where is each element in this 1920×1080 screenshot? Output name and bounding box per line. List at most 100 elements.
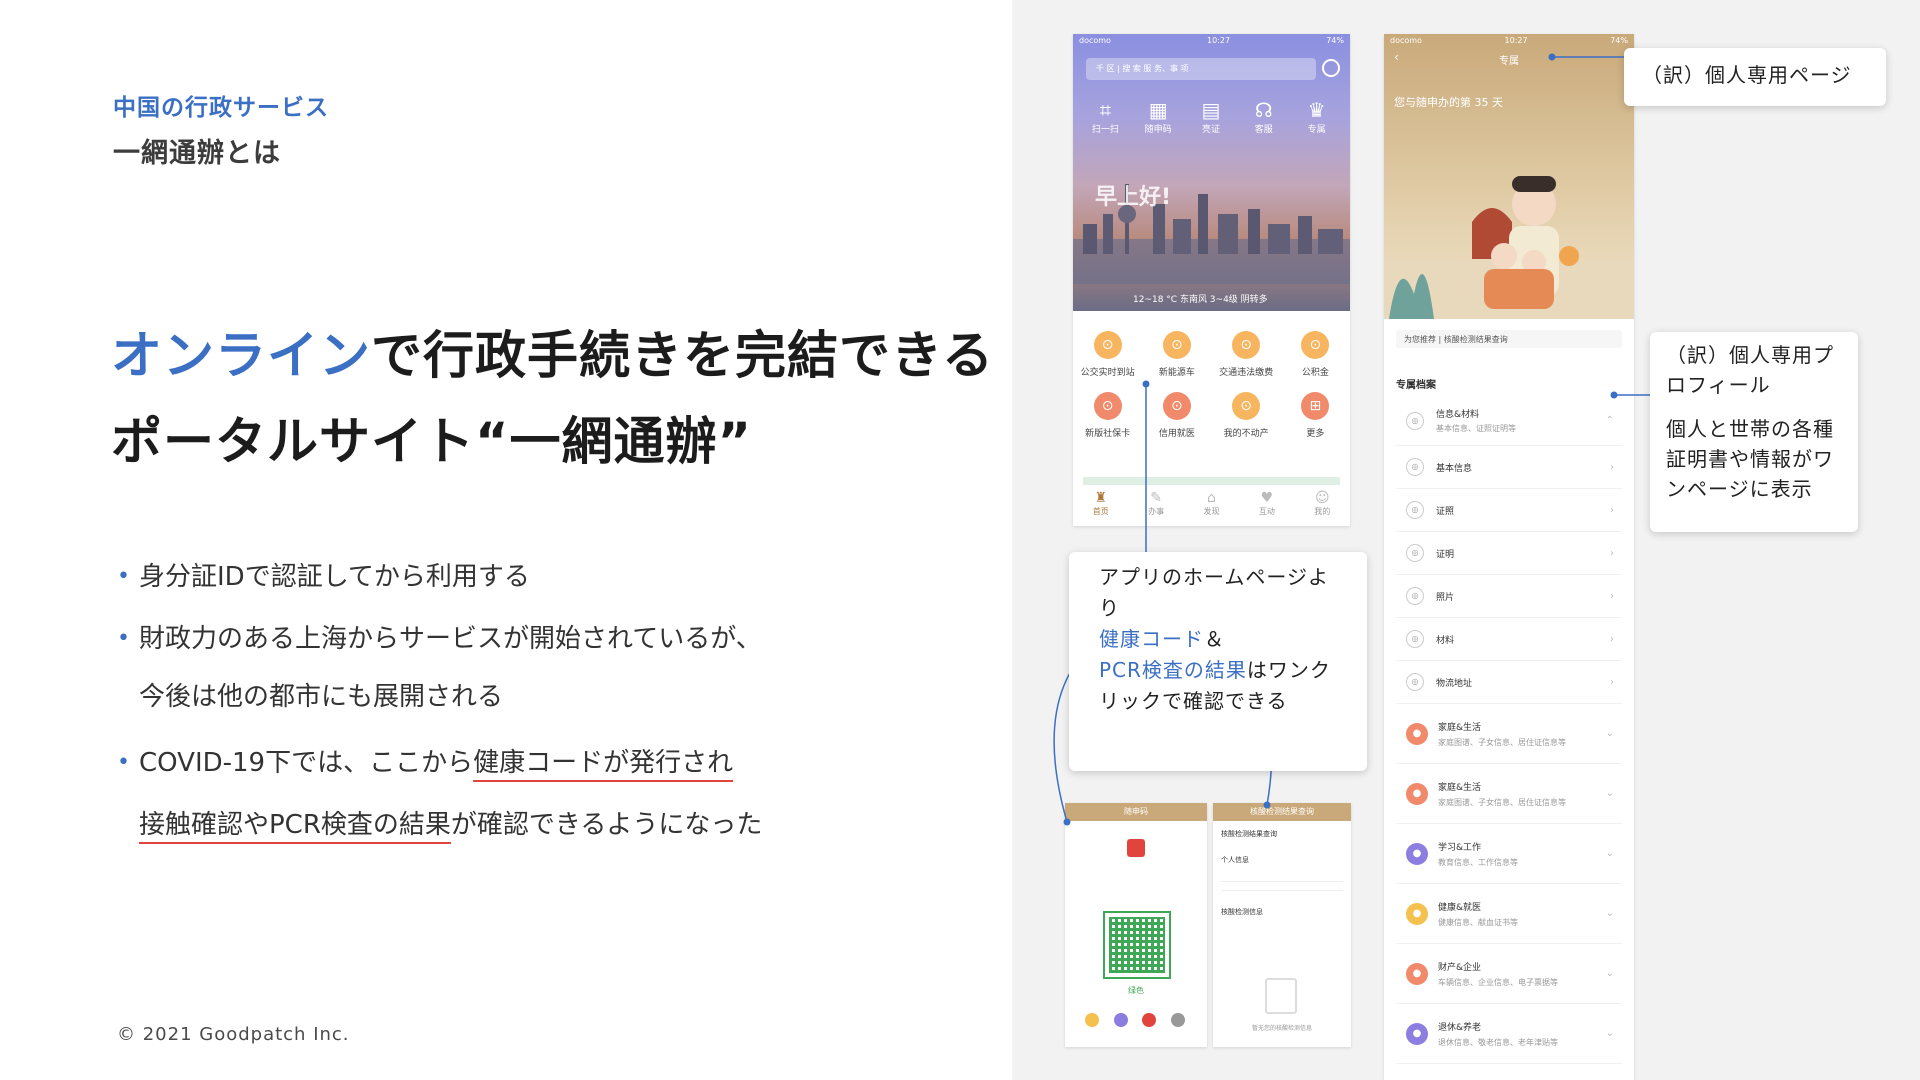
service-item[interactable]: ⊙ 公交实时到站 <box>1073 331 1142 378</box>
category-label: 学习&工作 <box>1438 842 1482 853</box>
headset-icon: ☊ <box>1254 98 1273 122</box>
tab-item[interactable]: ☺ 我的 <box>1314 490 1330 517</box>
health-code-screenshot: 随申码 绿色 <box>1065 803 1207 1047</box>
tab-item[interactable]: ✎ 办事 <box>1148 490 1164 517</box>
category-text: 学习&工作教育信息、工作信息等 <box>1438 840 1518 868</box>
profile-list-item[interactable]: ◎ 照片 › <box>1396 575 1622 618</box>
bullet-underlined-text: 接触確認やPCR検査の結果 <box>139 810 451 840</box>
quick-action-label: 专属 <box>1307 125 1326 135</box>
item-sub: 基本信息、证照证明等 <box>1436 424 1516 433</box>
section-kicker: 中国の行政サービス <box>113 95 329 121</box>
profile-list-item[interactable]: ◎ 基本信息 › <box>1396 446 1622 489</box>
profile-list-item[interactable]: ◎ 材料 › <box>1396 618 1622 661</box>
category-sub: 家庭图谱、子女信息、居住证信息等 <box>1438 737 1566 747</box>
profile-list-item[interactable]: ◎ 证照 › <box>1396 489 1622 532</box>
quick-action[interactable]: ▤ 亮证 <box>1189 98 1233 135</box>
category-label: 家庭&生活 <box>1438 722 1482 733</box>
item-icon: ◎ <box>1406 587 1424 605</box>
bullet-dot-icon: • <box>117 564 130 589</box>
category-text: 家庭&生活 家庭图谱、子女信息、居住证信息等 <box>1438 780 1566 808</box>
shortcut-icon[interactable] <box>1142 1013 1157 1027</box>
tab-icon: ✎ <box>1150 490 1162 506</box>
bullet-text: 身分証IDで認証してから利用する <box>139 562 530 592</box>
profile-category[interactable]: ● 健康&就医 健康信息、献血证书等 ⌄ <box>1396 884 1622 944</box>
tab-item[interactable]: ♜ 首页 <box>1093 490 1109 517</box>
headline-line-1: オンラインで行政手続きを完結できる <box>111 314 994 400</box>
item-label: 材料 <box>1436 635 1455 646</box>
bullet-text-continued: 今後は他の都市にも展開される <box>139 682 504 712</box>
shortcut-icon[interactable] <box>1170 1013 1185 1027</box>
profile-list-item[interactable]: ◎ 信息&材料 基本信息、证照证明等 ⌃ <box>1396 396 1622 446</box>
battery: 74% <box>1610 36 1628 45</box>
quick-action-label: 客服 <box>1254 125 1273 135</box>
profile-hero: docomo 10:27 74% ‹ 专属 您与随申办的第 35 天 <box>1384 34 1634 319</box>
qr-code <box>1103 911 1171 979</box>
item-text: 基本信息 <box>1436 461 1472 474</box>
service-item[interactable]: ⊙ 交通违法缴费 <box>1212 331 1281 378</box>
category-sub: 教育信息、工作信息等 <box>1438 857 1518 867</box>
item-text: 物流地址 <box>1436 676 1472 689</box>
item-label: 证明 <box>1436 549 1455 560</box>
quick-action[interactable]: ▦ 随申码 <box>1136 98 1180 135</box>
quick-action[interactable]: ♛ 专属 <box>1295 98 1339 135</box>
callout-home: アプリのホームページより 健康コード＆ PCR検査の結果はワンクリックで確認でき… <box>1069 552 1367 771</box>
tab-item[interactable]: ♥ 互动 <box>1259 490 1275 517</box>
bullet-text: 財政力のある上海からサービスが開始されているが、 <box>139 624 762 654</box>
quick-action[interactable]: ☊ 客服 <box>1242 98 1286 135</box>
chevron-down-icon: ⌄ <box>1605 908 1614 919</box>
recommendation-bar[interactable]: 为您推荐 | 核酸检测结果查询 <box>1396 330 1622 348</box>
chevron-right-icon: › <box>1610 676 1614 688</box>
weather-bar[interactable]: 12~18 °C 东南风 3~4级 阴转多 <box>1133 292 1268 305</box>
carrier: docomo <box>1390 36 1422 45</box>
item-label: 物流地址 <box>1436 678 1473 689</box>
search-input[interactable]: 千 区 | 搜 索 服 务、事 项 <box>1086 58 1316 80</box>
usage-days: 您与随申办的第 35 天 <box>1394 96 1503 109</box>
profile-category[interactable]: ● 退休&养老 退休信息、敬老信息、老年津贴等 ⌄ <box>1396 1004 1622 1064</box>
shortcut-icon[interactable] <box>1113 1013 1128 1027</box>
category-icon: ● <box>1406 782 1428 805</box>
callout-accent: PCR検査の結果 <box>1099 658 1247 682</box>
app-home-screenshot: docomo 10:27 74% 千 区 | 搜 索 服 务、事 项 ⌗ 扫一扫 ▦… <box>1073 34 1350 526</box>
item-icon: ◎ <box>1406 411 1424 430</box>
screen-title: 随申码 <box>1065 803 1207 821</box>
message-icon[interactable] <box>1322 59 1340 77</box>
clock: 10:27 <box>1207 36 1231 45</box>
profile-category[interactable]: ● 学习&工作 教育信息、工作信息等 ⌄ <box>1396 824 1622 884</box>
profile-list-item[interactable]: ◎ 证明 › <box>1396 532 1622 575</box>
empty-message: 暂无您的核酸检测信息 <box>1251 1025 1312 1032</box>
category-label: 财产&企业 <box>1438 962 1482 973</box>
chevron-down-icon: ⌄ <box>1605 848 1614 859</box>
service-item[interactable]: ⊙ 信用就医 <box>1142 392 1211 439</box>
profile-category[interactable]: ● 家庭&生活 家庭图谱、子女信息、居住证信息等 ⌄ <box>1396 764 1622 824</box>
service-label: 我的不动产 <box>1223 429 1269 439</box>
shortcut-icon[interactable] <box>1085 1013 1099 1027</box>
category-label: 家庭&生活 <box>1438 782 1482 793</box>
bullet-item: • COVID-19下では、ここから健康コードが発行され 接触確認やPCR検査の… <box>113 732 993 856</box>
service-icon: ⊙ <box>1093 392 1122 420</box>
service-item[interactable]: ⊞ 更多 <box>1281 392 1350 439</box>
family-illustration <box>1384 176 1634 319</box>
service-item[interactable]: ⊙ 新版社保卡 <box>1073 392 1142 439</box>
emblem-icon <box>1127 839 1145 857</box>
item-label: 证照 <box>1436 506 1455 517</box>
banner-strip[interactable] <box>1083 477 1340 485</box>
greeting: 早上好! <box>1095 185 1172 210</box>
profile-list-item[interactable]: ◎ 物流地址 › <box>1396 661 1622 704</box>
service-label: 公交实时到站 <box>1080 368 1135 378</box>
bottom-tab-bar: ♜ 首页 ✎ 办事 ⌂ 发现 ♥ 互动 ☺ 我的 <box>1073 490 1350 517</box>
section-title: 核酸检测结果查询 <box>1221 830 1277 838</box>
quick-action[interactable]: ⌗ 扫一扫 <box>1083 98 1127 135</box>
profile-category[interactable]: ● 财产&企业 车辆信息、企业信息、电子票据等 ⌄ <box>1396 944 1622 1004</box>
tab-item[interactable]: ⌂ 发现 <box>1203 490 1219 517</box>
service-item[interactable]: ⊙ 我的不动产 <box>1212 392 1281 439</box>
service-label: 信用就医 <box>1158 429 1195 439</box>
service-item[interactable]: ⊙ 新能源车 <box>1142 331 1211 378</box>
item-label: 基本信息 <box>1436 463 1473 474</box>
chevron-up-icon: ⌃ <box>1605 415 1614 426</box>
category-icon: ● <box>1406 962 1428 985</box>
service-item[interactable]: ⊙ 公积金 <box>1281 331 1350 378</box>
profile-category[interactable]: ● 家庭&生活 家庭图谱、子女信息、居住证信息等 ⌄ <box>1396 704 1622 764</box>
home-hero-image: docomo 10:27 74% 千 区 | 搜 索 服 务、事 项 ⌗ 扫一扫 ▦… <box>1073 34 1350 311</box>
personal-info-row[interactable]: 个人信息 <box>1213 847 1351 873</box>
service-icon: ⊙ <box>1162 331 1191 359</box>
